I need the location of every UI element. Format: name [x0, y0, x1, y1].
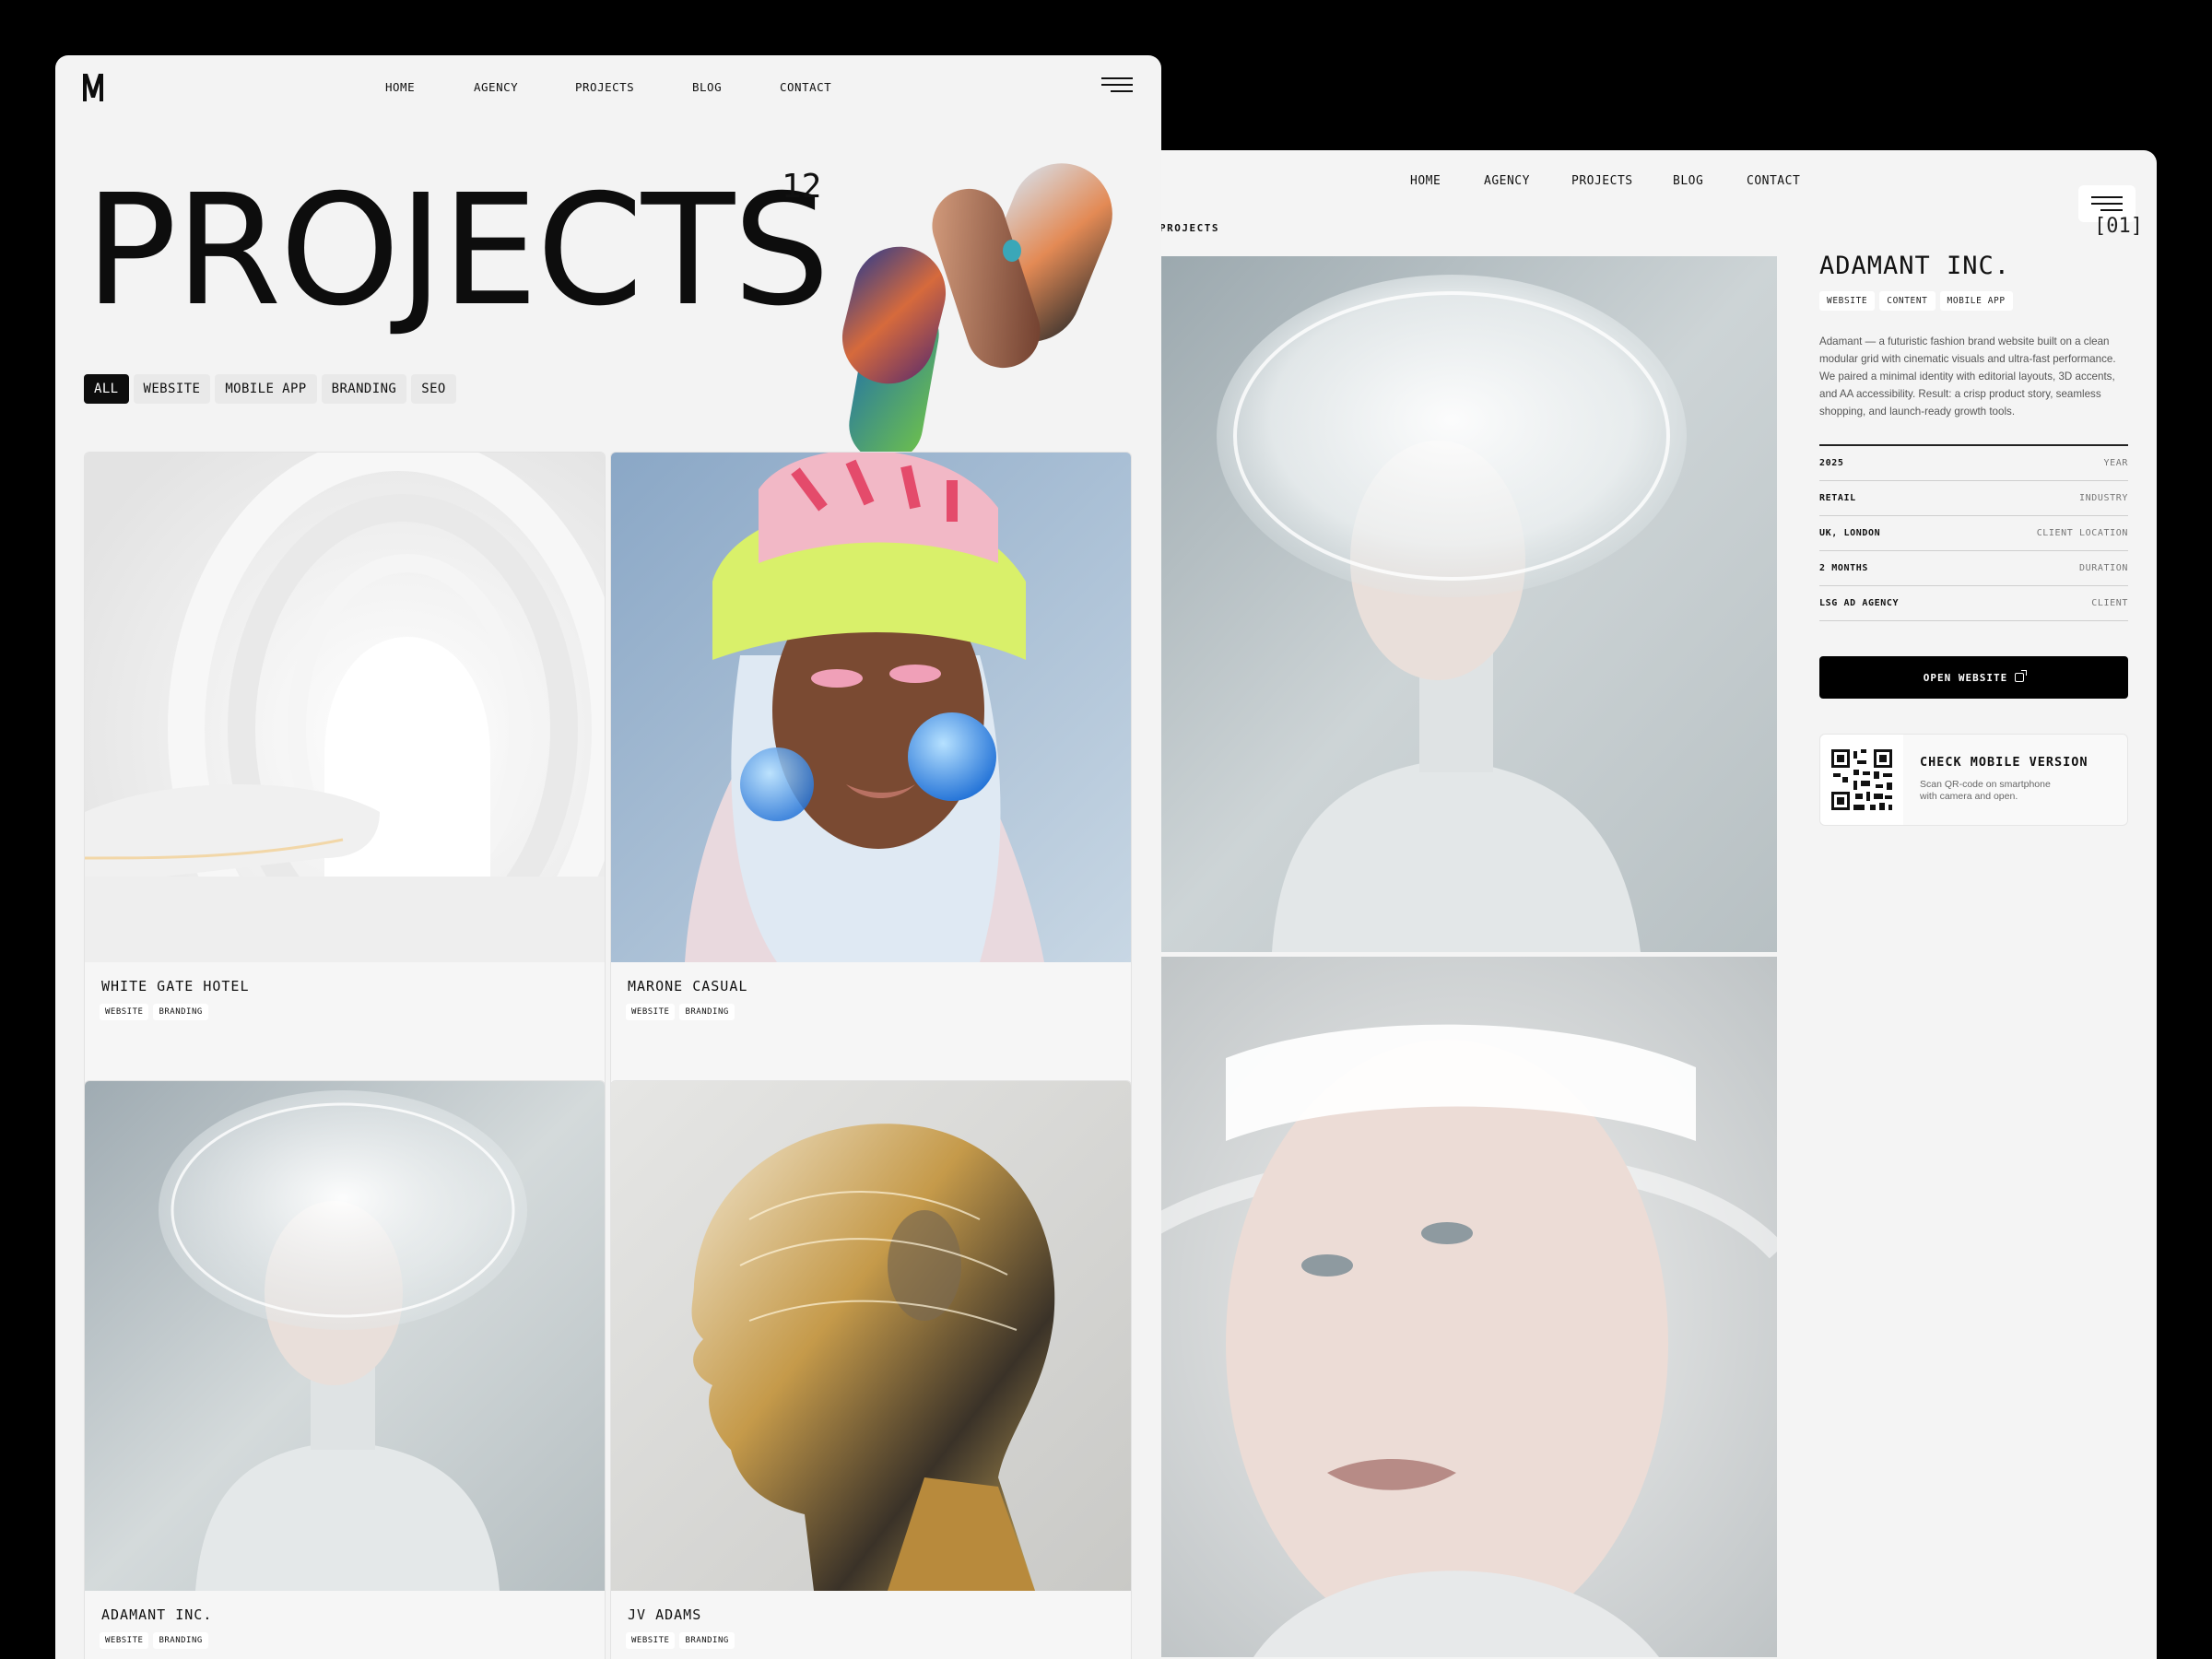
- project-image: [611, 453, 1131, 962]
- hamburger-icon: [2091, 196, 2123, 211]
- page-title: PROJECTS: [85, 162, 830, 340]
- project-card[interactable]: ADAMANT INC. WEBSITE BRANDING: [84, 1080, 606, 1659]
- project-tag: WEBSITE: [626, 1004, 676, 1020]
- project-image: [611, 1081, 1131, 1591]
- project-tag: CONTENT: [1879, 291, 1936, 311]
- nav-projects-link[interactable]: PROJECTS: [575, 80, 634, 94]
- qr-code-icon: [1820, 735, 1903, 825]
- project-detail-window: HOME AGENCY PROJECTS BLOG CONTACT PROJEC…: [1143, 150, 2157, 1659]
- filter-website[interactable]: WEBSITE: [133, 374, 211, 404]
- project-card[interactable]: WHITE GATE HOTEL WEBSITE BRANDING: [84, 452, 606, 1093]
- project-tag: WEBSITE: [100, 1632, 149, 1649]
- meta-row-client: LSG AD AGENCY CLIENT: [1819, 586, 2128, 621]
- meta-value: 2 MONTHS: [1819, 563, 1868, 573]
- meta-row-location: UK, LONDON CLIENT LOCATION: [1819, 516, 2128, 551]
- hero-image-2: [1143, 957, 1777, 1657]
- open-website-button[interactable]: OPEN WEBSITE: [1819, 656, 2128, 699]
- hamburger-icon[interactable]: [1101, 77, 1133, 94]
- meta-label: INDUSTRY: [2079, 493, 2128, 503]
- project-tag: WEBSITE: [1819, 291, 1876, 311]
- nav-home-link[interactable]: HOME: [385, 80, 415, 94]
- project-index: [01]: [2094, 215, 2143, 238]
- project-name: JV ADAMS: [628, 1606, 702, 1623]
- project-tag: BRANDING: [153, 1004, 208, 1020]
- project-image: [85, 1081, 605, 1591]
- nav-blog-link[interactable]: BLOG: [692, 80, 722, 94]
- project-count: 12: [782, 168, 822, 206]
- meta-row-year: 2025 YEAR: [1819, 446, 2128, 481]
- nav-home-link[interactable]: HOME: [1410, 174, 1441, 188]
- filter-seo[interactable]: SEO: [411, 374, 456, 404]
- meta-label: DURATION: [2079, 563, 2128, 573]
- nav-contact-link[interactable]: CONTACT: [1747, 174, 1800, 188]
- meta-row-industry: RETAIL INDUSTRY: [1819, 481, 2128, 516]
- qr-card-title: CHECK MOBILE VERSION: [1920, 755, 2088, 770]
- project-name: WHITE GATE HOTEL: [101, 978, 250, 994]
- projects-window: HOME AGENCY PROJECTS BLOG CONTACT PROJEC…: [55, 55, 1161, 1659]
- filter-bar: ALL WEBSITE MOBILE APP BRANDING SEO: [84, 374, 456, 404]
- nav-projects-link[interactable]: PROJECTS: [1571, 174, 1633, 188]
- nav-contact-link[interactable]: CONTACT: [780, 80, 831, 94]
- project-image: [85, 453, 605, 962]
- filter-branding[interactable]: BRANDING: [321, 374, 407, 404]
- meta-label: CLIENT: [2091, 598, 2128, 608]
- filter-mobile-app[interactable]: MOBILE APP: [215, 374, 317, 404]
- meta-row-duration: 2 MONTHS DURATION: [1819, 551, 2128, 586]
- filter-all[interactable]: ALL: [84, 374, 129, 404]
- project-title: ADAMANT INC.: [1819, 252, 2011, 280]
- open-website-label: OPEN WEBSITE: [1923, 671, 2008, 684]
- meta-value: RETAIL: [1819, 493, 1856, 503]
- mobile-version-card[interactable]: CHECK MOBILE VERSION Scan QR-code on sma…: [1819, 734, 2128, 826]
- project-meta-table: 2025 YEAR RETAIL INDUSTRY UK, LONDON CLI…: [1819, 444, 2128, 621]
- project-tags: WEBSITE CONTENT MOBILE APP: [1819, 291, 2128, 311]
- project-card[interactable]: JV ADAMS WEBSITE BRANDING: [610, 1080, 1132, 1659]
- project-tag: WEBSITE: [626, 1632, 676, 1649]
- detail-nav: HOME AGENCY PROJECTS BLOG CONTACT: [1143, 174, 2157, 222]
- meta-value: LSG AD AGENCY: [1819, 598, 1900, 608]
- nav-blog-link[interactable]: BLOG: [1673, 174, 1703, 188]
- project-name: ADAMANT INC.: [101, 1606, 213, 1623]
- meta-value: 2025: [1819, 458, 1844, 468]
- breadcrumb[interactable]: PROJECTS: [1159, 222, 1219, 234]
- qr-card-subtitle: Scan QR-code on smartphone with camera a…: [1920, 779, 2051, 802]
- nav-agency-link[interactable]: AGENCY: [474, 80, 518, 94]
- project-name: MARONE CASUAL: [628, 978, 748, 994]
- project-tag: BRANDING: [153, 1632, 208, 1649]
- meta-label: YEAR: [2103, 458, 2128, 468]
- project-description: Adamant — a futuristic fashion brand web…: [1819, 335, 2116, 418]
- project-info: ADAMANT INC. WEBSITE CONTENT MOBILE APP …: [1819, 252, 2128, 826]
- project-tag: WEBSITE: [100, 1004, 149, 1020]
- nav-agency-link[interactable]: AGENCY: [1484, 174, 1530, 188]
- hero-image-1: [1143, 256, 1777, 952]
- project-tag: BRANDING: [679, 1632, 735, 1649]
- meta-value: UK, LONDON: [1819, 528, 1881, 538]
- brand-logo[interactable]: [81, 72, 105, 103]
- project-card[interactable]: MARONE CASUAL WEBSITE BRANDING: [610, 452, 1132, 1093]
- meta-label: CLIENT LOCATION: [2036, 528, 2128, 538]
- project-tag: MOBILE APP: [1939, 291, 2013, 311]
- external-link-icon: [2015, 670, 2028, 682]
- hero-collage-image: [839, 159, 1115, 472]
- project-tag: BRANDING: [679, 1004, 735, 1020]
